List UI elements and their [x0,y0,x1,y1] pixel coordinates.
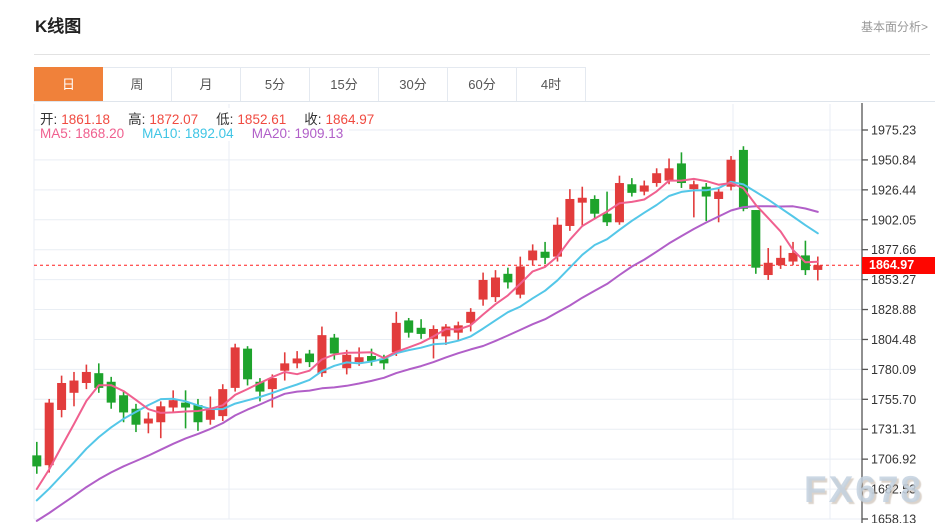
ma20-line [35,205,819,522]
candle [267,378,277,390]
candle [763,262,773,276]
candle [168,400,178,408]
y-axis-label: 1853.27 [871,273,916,287]
candle [738,149,748,209]
candle [701,186,711,197]
low-label: 低: [216,112,234,127]
candle [478,279,488,300]
fundamental-analysis-link[interactable]: 基本面分析> [861,18,928,35]
candle [540,251,550,258]
candle [590,198,600,214]
candle [776,257,786,266]
candle [652,173,662,184]
candle [57,382,67,410]
candlestick-chart[interactable]: 1975.23 1950.84 1926.44 1902.05 1877.66 1853.… [0,101,935,523]
tab-interval-3[interactable]: 5分 [241,67,310,101]
candle [528,250,538,261]
candle [230,347,240,388]
candle [391,322,401,353]
tab-interval-4[interactable]: 15分 [310,67,379,101]
ma20-legend: MA20: 1909.13 [251,126,344,141]
candle [193,405,203,423]
candle [416,327,426,334]
y-axis-label: 1950.84 [871,153,916,167]
chart-canvas: 1975.23 1950.84 1926.44 1902.05 1877.66 1853.… [32,103,916,523]
y-axis-label: 1877.66 [871,243,916,257]
y-axis-label: 1780.09 [871,363,916,377]
ma10-legend: MA10: 1892.04 [142,126,234,141]
candle [466,311,476,323]
high-label: 高: [128,112,146,127]
interval-tabbar: 日周月 5分 15分 30分 60分 4时 [34,67,935,102]
candle [503,273,513,283]
candle [751,210,761,268]
close-label: 收: [304,112,322,127]
candle [714,191,724,199]
candle [292,358,302,364]
tab-interval-1[interactable]: 周 [103,67,172,101]
tab-interval-5[interactable]: 30分 [379,67,448,101]
candle [143,418,153,424]
candle [813,265,823,270]
tab-interval-7[interactable]: 4时 [517,67,586,101]
candle [577,197,587,203]
candle [243,348,253,380]
y-axis-label: 1828.88 [871,303,916,317]
open-value: 1861.18 [61,112,111,127]
candle [565,198,575,226]
tab-interval-2[interactable]: 月 [172,67,241,101]
candle [69,380,79,393]
candle [329,337,339,354]
y-axis-label: 1755.70 [871,393,916,407]
candle [305,353,315,363]
high-value: 1872.07 [149,112,199,127]
ma5-legend: MA5: 1868.20 [40,126,125,141]
low-value: 1852.61 [237,112,287,127]
tab-interval-6[interactable]: 60分 [448,67,517,101]
y-axis-label: 1926.44 [871,183,916,197]
candle [317,335,327,374]
candle [627,184,637,193]
candle [490,277,500,298]
close-value: 1864.97 [325,112,375,127]
title-divider [34,54,930,55]
candle [44,402,54,466]
candle [404,320,414,333]
candle [32,455,42,467]
candle [639,185,649,192]
candle [280,363,290,371]
candle [354,357,364,363]
kline-page: K线图 基本面分析> 日周月 5分 15分 30分 60分 4时 1975.23 1950.… [0,0,935,523]
page-title: K线图 [35,17,82,36]
candle [119,395,129,413]
candle [602,213,612,223]
candle [664,168,674,181]
ohlc-readout: 开: 1861.18 高: 1872.07 低: 1852.61 收: 1864.97 [40,108,399,128]
y-axis-label: 1658.13 [871,513,916,523]
candle [689,184,699,190]
y-axis-label: 1682.53 [871,483,916,497]
last-price-badge: 1864.97 [862,256,935,274]
y-axis-label: 1804.48 [871,333,916,347]
y-axis-label: 1731.31 [871,423,916,437]
y-axis-label: 1902.05 [871,213,916,227]
y-axis-label: 1706.92 [871,453,916,467]
ma-legend: MA5: 1868.20 MA10: 1892.04 MA20: 1909.13 [40,126,350,141]
y-axis-label: 1975.23 [871,124,916,138]
open-label: 开: [40,112,58,127]
candle [156,406,166,423]
tab-interval-0[interactable]: 日 [34,67,103,101]
candle [81,371,91,383]
